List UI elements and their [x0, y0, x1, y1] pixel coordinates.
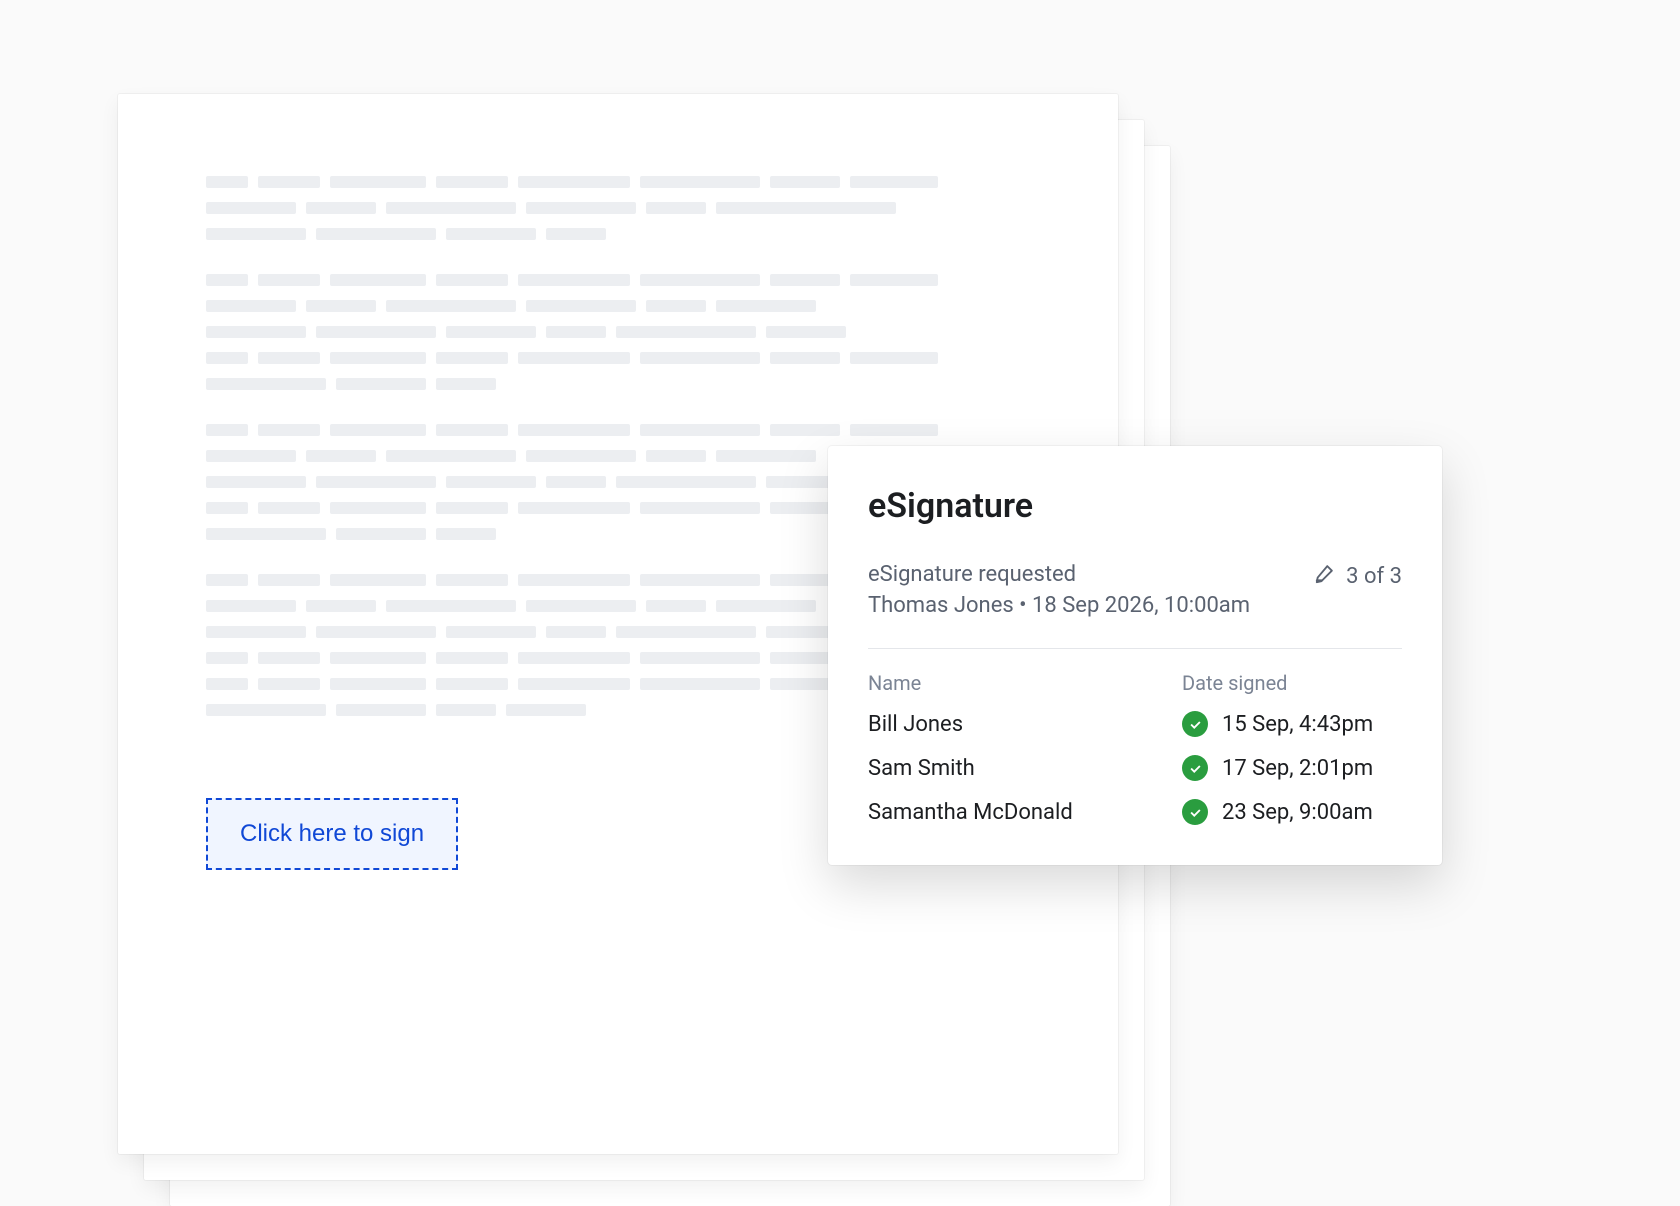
signer-row: Samantha McDonald 23 Sep, 9:00am [868, 799, 1402, 825]
esignature-requested-label: eSignature requested [868, 562, 1250, 587]
check-icon [1182, 711, 1208, 737]
signer-name: Sam Smith [868, 756, 1182, 781]
click-to-sign-button-label: Click here to sign [240, 820, 424, 847]
esignature-count-text: 3 of 3 [1346, 564, 1402, 589]
check-icon [1182, 799, 1208, 825]
signer-row: Sam Smith 17 Sep, 2:01pm [868, 755, 1402, 781]
signer-date: 17 Sep, 2:01pm [1222, 756, 1373, 781]
esignature-card: eSignature eSignature requested Thomas J… [828, 446, 1442, 865]
esignature-requester-line: Thomas Jones • 18 Sep 2026, 10:00am [868, 593, 1250, 618]
esignature-signers-table: Name Date signed Bill Jones 15 Sep, 4:43… [868, 671, 1402, 825]
column-header-name: Name [868, 671, 921, 695]
esignature-title: eSignature [868, 486, 1402, 526]
check-icon [1182, 755, 1208, 781]
signer-row: Bill Jones 15 Sep, 4:43pm [868, 711, 1402, 737]
sign-pen-icon [1314, 562, 1336, 590]
signer-name: Samantha McDonald [868, 800, 1182, 825]
esignature-divider [868, 648, 1402, 649]
signer-date: 23 Sep, 9:00am [1222, 800, 1373, 825]
column-header-date-signed: Date signed [1182, 671, 1402, 695]
signer-date: 15 Sep, 4:43pm [1222, 712, 1373, 737]
signer-name: Bill Jones [868, 712, 1182, 737]
click-to-sign-button[interactable]: Click here to sign [206, 798, 458, 870]
esignature-count-badge: 3 of 3 [1314, 562, 1402, 590]
esignature-status-row: eSignature requested Thomas Jones • 18 S… [868, 562, 1402, 618]
